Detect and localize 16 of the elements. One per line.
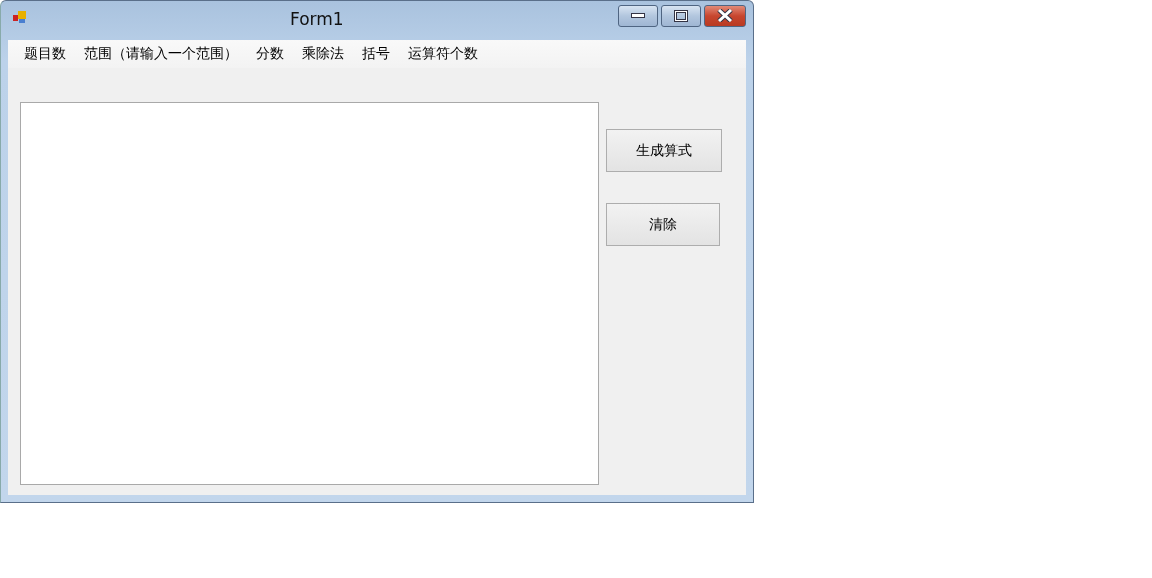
menu-item[interactable]: 乘除法 <box>293 45 353 63</box>
window-title: Form1 <box>290 8 344 29</box>
action-button[interactable]: 清除 <box>606 203 720 246</box>
app-icon <box>12 8 28 25</box>
minimize-icon <box>631 13 645 18</box>
maximize-icon <box>674 9 688 22</box>
menu-item[interactable]: 分数 <box>247 45 293 63</box>
minimize-button[interactable] <box>618 4 658 27</box>
close-icon <box>717 9 733 22</box>
close-button[interactable] <box>704 4 746 27</box>
menu-item[interactable]: 范围（请输入一个范围） <box>75 45 247 63</box>
menu-item[interactable]: 运算符个数 <box>399 45 487 63</box>
menu-item[interactable]: 题目数 <box>15 45 75 63</box>
action-button[interactable]: 生成算式 <box>606 129 722 172</box>
menu-item[interactable]: 括号 <box>353 45 399 63</box>
maximize-button[interactable] <box>661 4 701 27</box>
